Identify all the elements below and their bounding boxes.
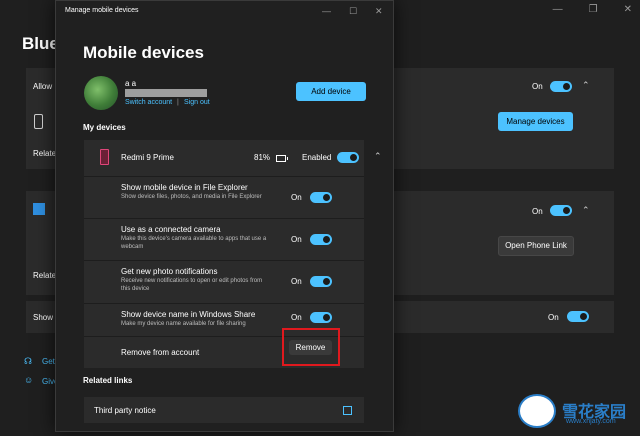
setting-desc: Make my device name available for file s… [121,321,246,327]
watermark-url: www.xhjaty.com [566,418,616,425]
open-phone-link-button[interactable]: Open Phone Link [498,236,574,256]
phone-icon [100,149,109,165]
sign-out-link[interactable]: Sign out [184,99,210,106]
chevron-up-icon[interactable]: ⌃ [374,151,382,162]
phone-link-toggle[interactable] [550,205,572,216]
photo-notifications-toggle[interactable] [310,276,332,287]
close-icon[interactable]: ✕ [375,6,383,17]
setting-row-camera: Use as a connected camera Make this devi… [84,219,364,261]
maximize-icon[interactable]: ❐ [589,4,598,15]
setting-title: Use as a connected camera [121,225,221,234]
setting-title: Get new photo notifications [121,267,218,276]
external-link-icon [343,406,352,415]
account-email-redacted [125,89,207,97]
setting-title: Show device name in Windows Share [121,310,256,319]
setting-status: On [291,313,302,322]
phone-outline-icon [34,114,43,129]
dialog-title: Manage mobile devices [65,7,139,14]
minimize-icon[interactable]: — [553,4,563,15]
watermark: 雪花家园 www.xhjaty.com [510,392,635,432]
windows-share-toggle[interactable] [310,312,332,323]
setting-row-photo-notifications: Get new photo notifications Receive new … [84,261,364,304]
maximize-icon[interactable]: ☐ [349,6,357,17]
close-icon[interactable]: ✕ [624,4,632,15]
battery-icon [276,155,288,162]
account-name: a a [125,79,137,88]
allow-label: Allow [33,82,53,91]
feedback-icon: ☺ [24,375,34,385]
switch-account-link[interactable]: Switch account [125,99,172,106]
manage-devices-button[interactable]: Manage devices [498,112,573,131]
manage-mobile-devices-dialog: Manage mobile devices — ☐ ✕ Mobile devic… [55,0,394,432]
related-links-label: Related links [83,376,133,385]
get-help-link[interactable]: Get [42,357,55,366]
link-separator: | [177,99,179,106]
setting-status: On [291,277,302,286]
avatar [84,76,118,110]
my-devices-label: My devices [83,123,126,132]
chevron-up-icon[interactable]: ⌃ [582,205,590,216]
window-controls: — ❐ ✕ [553,4,632,15]
highlight-box [282,328,340,366]
setting-status: On [291,235,302,244]
allow-status: On [532,82,543,91]
setting-desc: Make this device's camera available to a… [121,236,267,250]
setting-status: On [291,193,302,202]
chevron-up-icon[interactable]: ⌃ [582,80,590,91]
phone-link-icon [33,203,45,215]
related-label: Relate [33,149,57,158]
battery-percent: 81% [254,153,271,162]
camera-toggle[interactable] [310,234,332,245]
setting-desc: Receive new notifications to open or edi… [121,278,263,292]
help-icon: ☊ [24,356,32,366]
device-enabled-toggle[interactable] [337,152,359,163]
phone-link-status: On [532,207,543,216]
show-label: Show [33,313,54,322]
setting-desc: Show device files, photos, and media in … [121,194,262,200]
allow-toggle[interactable] [550,81,572,92]
device-name: Redmi 9 Prime [121,153,174,162]
third-party-notice-link[interactable]: Third party notice [94,406,156,415]
add-device-button[interactable]: Add device [296,82,366,101]
device-state: Enabled [302,153,332,162]
related-label: Relate [33,271,57,280]
dialog-titlebar: Manage mobile devices — ☐ ✕ [56,1,393,23]
setting-title: Show mobile device in File Explorer [121,183,248,192]
minimize-icon[interactable]: — [322,6,331,16]
show-toggle[interactable] [567,311,589,322]
show-status: On [548,313,559,322]
third-party-notice-row[interactable]: Third party notice [84,397,364,423]
setting-row-file-explorer: Show mobile device in File Explorer Show… [84,177,364,219]
file-explorer-toggle[interactable] [310,192,332,203]
device-row[interactable]: Redmi 9 Prime 81% Enabled ⌃ [84,140,382,177]
dialog-heading: Mobile devices [83,43,204,62]
remove-label: Remove from account [121,348,200,357]
watermark-logo-icon [518,394,556,428]
